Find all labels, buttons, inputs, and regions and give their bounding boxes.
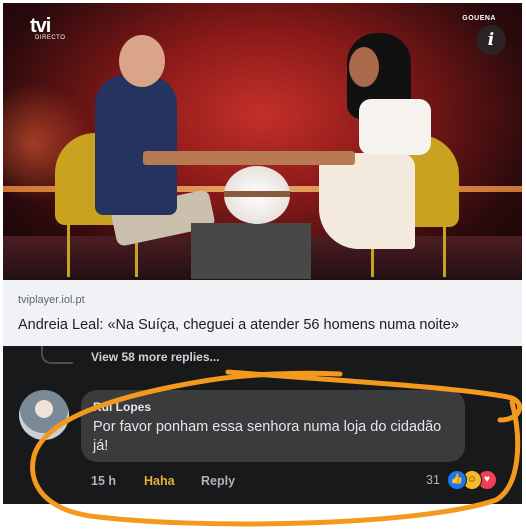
link-headline[interactable]: Andreia Leal: «Na Suíça, cheguei a atend…: [18, 317, 459, 333]
chair-leg: [443, 223, 446, 277]
screenshot-frame: tvi DIRECTO GOUENA i tviplayer.iol.pt An…: [0, 0, 526, 530]
reply-button[interactable]: Reply: [201, 474, 235, 488]
table-base: [191, 223, 311, 279]
link-preview[interactable]: tviplayer.iol.pt Andreia Leal: «Na Suíça…: [3, 280, 522, 346]
reaction-count[interactable]: 31: [426, 473, 440, 487]
chair-leg: [67, 223, 70, 277]
host-head: [119, 35, 165, 87]
comment-bubble: Rui Lopes Por favor ponham essa senhora …: [81, 390, 465, 462]
studio-table: [143, 151, 355, 165]
bottom-margin: [0, 504, 526, 530]
lamp-band: [224, 191, 290, 197]
view-more-replies-link[interactable]: View 58 more replies...: [91, 350, 220, 364]
reaction-icons[interactable]: ♥ ☺ 👍: [447, 470, 517, 490]
tv-broadcast-image[interactable]: tvi DIRECTO GOUENA i: [3, 3, 522, 280]
link-source: tviplayer.iol.pt: [18, 294, 85, 306]
host-figure: [95, 75, 177, 215]
guest-legs: [319, 153, 415, 249]
avatar[interactable]: [19, 390, 69, 440]
thread-connector: [41, 346, 73, 364]
corner-label: GOUENA: [462, 15, 496, 22]
comment-timestamp[interactable]: 15 h: [91, 474, 116, 488]
comments-section: View 58 more replies... Rui Lopes Por fa…: [3, 346, 522, 504]
channel-logo-sub: DIRECTO: [35, 35, 66, 41]
comment-author[interactable]: Rui Lopes: [93, 400, 151, 414]
info-icon[interactable]: i: [476, 25, 506, 55]
reaction-button[interactable]: Haha: [144, 474, 175, 488]
comment-text: Por favor ponham essa senhora numa loja …: [93, 419, 442, 454]
like-icon: 👍: [447, 470, 467, 490]
guest-face: [349, 47, 379, 87]
guest-figure: [359, 99, 431, 155]
